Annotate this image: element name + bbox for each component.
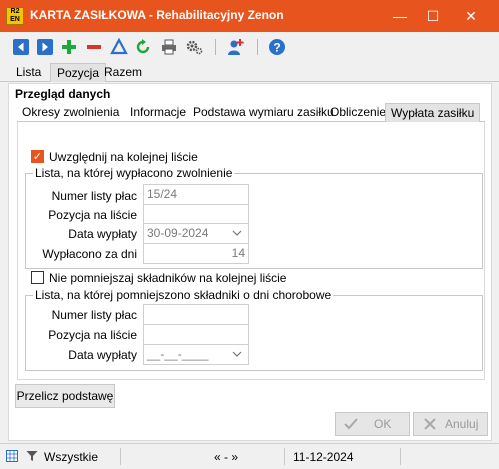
minimize-button[interactable]: —: [382, 0, 418, 32]
chevron-down-icon[interactable]: [232, 229, 242, 237]
tab-wyplata-zasilku[interactable]: Wypłata zasiłku: [385, 103, 481, 122]
svg-text:?: ?: [273, 41, 280, 55]
add-icon[interactable]: [60, 38, 78, 56]
paid-days-label: Wypłacono za dni: [42, 247, 137, 261]
position-label: Pozycja na liście: [48, 208, 137, 222]
toolbar: ?: [0, 32, 499, 62]
ok-label: OK: [374, 417, 392, 431]
status-separator: [120, 448, 121, 465]
reduced-list-legend: Lista, na której pomniejszono składniki …: [33, 288, 334, 302]
tab-okresy-zwolnienia[interactable]: Okresy zwolnienia: [17, 103, 124, 122]
main-panel: Przegląd danych Okresy zwolnienia Inform…: [8, 83, 492, 441]
status-bar: Wszystkie « - » 11-12-2024: [0, 443, 499, 469]
close-icon: [424, 418, 436, 430]
section-title: Przegląd danych: [15, 87, 111, 101]
remove-icon[interactable]: [85, 38, 103, 56]
toolbar-separator: [215, 39, 216, 55]
paid-list-legend: Lista, na której wypłacono zwolnienie: [33, 166, 235, 180]
maximize-button[interactable]: ☐: [415, 0, 451, 32]
no-reduce-checkbox[interactable]: [31, 271, 44, 284]
cancel-label: Anuluj: [445, 417, 479, 431]
status-separator: [284, 448, 285, 465]
pay-date-value: 30-09-2024: [147, 226, 209, 240]
toolbar-separator: [257, 39, 258, 55]
pay-date-label: Data wypłaty: [68, 227, 137, 241]
title-bar: R2 EN KARTA ZASIŁKOWA - Rehabilitacyjny Z…: [0, 0, 499, 32]
reduced-pay-date-value: __-__-____: [147, 347, 209, 361]
ok-button[interactable]: OK: [335, 412, 410, 436]
status-date: 11-12-2024: [293, 450, 354, 464]
check-icon: [344, 418, 358, 430]
payroll-number-label: Numer listy płac: [51, 189, 137, 203]
sub-tabs: Okresy zwolnienia Informacje Podstawa wy…: [17, 102, 485, 122]
next-icon[interactable]: [36, 38, 54, 56]
previous-icon[interactable]: [12, 38, 30, 56]
include-next-list-checkbox[interactable]: ✓: [31, 150, 44, 163]
include-next-list-label: Uwzględnij na kolejnej liście: [49, 150, 198, 164]
no-reduce-label: Nie pomniejszaj składników na kolejnej l…: [49, 271, 287, 285]
grid-icon[interactable]: [6, 450, 18, 462]
paid-days-field[interactable]: 14: [143, 243, 249, 264]
reduced-position-field[interactable]: [143, 324, 249, 345]
edit-triangle-icon[interactable]: [110, 38, 128, 56]
cancel-button[interactable]: Anuluj: [413, 412, 488, 436]
reduced-payroll-number-label: Numer listy płac: [51, 308, 137, 322]
reduced-pay-date-field[interactable]: __-__-____: [143, 344, 249, 365]
payroll-number-field[interactable]: 15/24: [143, 184, 249, 205]
reduced-pay-date-label: Data wypłaty: [68, 348, 137, 362]
main-tabs: Lista Pozycja Razem: [0, 62, 499, 82]
tab-obliczenie[interactable]: Obliczenie: [325, 103, 391, 122]
chevron-down-icon[interactable]: [232, 350, 242, 358]
tab-lista[interactable]: Lista: [10, 63, 47, 82]
reduced-payroll-number-field[interactable]: [143, 304, 249, 325]
tab-informacje[interactable]: Informacje: [125, 103, 191, 122]
help-icon[interactable]: ?: [268, 38, 286, 56]
recalculate-button[interactable]: Przelicz podstawę: [15, 384, 115, 408]
record-navigator[interactable]: « - »: [214, 450, 238, 464]
refresh-icon[interactable]: [134, 38, 152, 56]
filter-icon[interactable]: [26, 450, 38, 462]
close-button[interactable]: ✕: [453, 0, 489, 32]
status-separator: [400, 448, 401, 465]
window-title: KARTA ZASIŁKOWA - Rehabilitacyjny Zenon: [30, 8, 284, 22]
position-field[interactable]: [143, 204, 249, 225]
tab-podstawa-wymiaru[interactable]: Podstawa wymiaru zasiłku: [188, 103, 339, 122]
settings-icon[interactable]: [185, 38, 203, 56]
reduced-position-label: Pozycja na liście: [48, 328, 137, 342]
tab-razem[interactable]: Razem: [98, 63, 148, 82]
filter-status: Wszystkie: [44, 450, 98, 464]
add-user-icon[interactable]: [226, 38, 244, 56]
app-icon: R2 EN: [6, 7, 24, 25]
print-icon[interactable]: [160, 38, 178, 56]
pay-date-field[interactable]: 30-09-2024: [143, 223, 249, 244]
